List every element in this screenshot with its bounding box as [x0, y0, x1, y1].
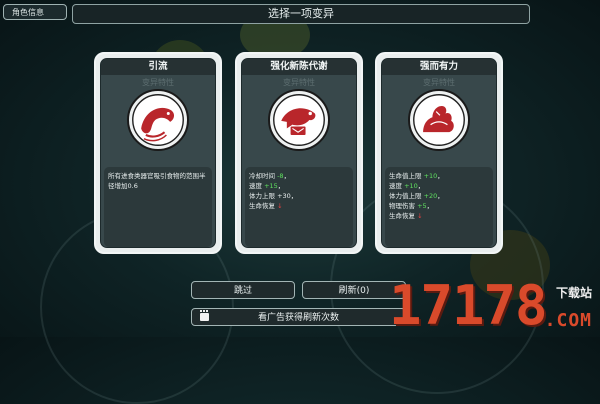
watch-ad-button[interactable]: 看广告获得刷新次数 [191, 308, 406, 326]
stat-label: 速度 [389, 182, 405, 190]
stat-line: 生命恢复 ↓ [249, 201, 349, 211]
stat-separator: ， [283, 172, 291, 180]
page-title: 选择一项变异 [72, 4, 530, 24]
stat-value: +15 [264, 182, 278, 190]
card-subtitle: 变异特性 [283, 78, 315, 87]
stat-label: 生命恢复 [389, 212, 418, 220]
stat-label: 生命恢复 [249, 202, 278, 210]
stat-label: 物理伤害 [389, 202, 418, 210]
watermark-site: 下载站 [555, 286, 592, 300]
stat-value: ↓ [417, 212, 423, 220]
stat-value: +10 [423, 172, 438, 180]
mutation-card-3[interactable]: 强而有力 变异特性 生命值上限 +10， 速度 +10， 体力值上限 +20， 物理伤… [375, 52, 503, 254]
stat-line: 物理伤害 +5， [389, 201, 489, 211]
skip-button[interactable]: 跳过 [191, 281, 295, 299]
stat-value: +20 [423, 192, 438, 200]
card-stats: 冷却时间 -8， 速度 +15， 体力上限 +30， 生命恢复 ↓ [245, 167, 353, 247]
stat-separator: ， [277, 182, 285, 190]
stat-value: +30 [277, 192, 291, 200]
mutation-card-1[interactable]: 引流 变异特性 所有进食类器官吸引食物的范围半径增加0.6 [94, 52, 222, 254]
metabolism-fish-icon [268, 89, 330, 151]
card-body: 强化新陈代谢 变异特性 冷却时间 -8， 速度 +15， 体力上限 +30， 生命恢复… [241, 58, 357, 248]
site-watermark: 17178 下载站 .COM [389, 276, 594, 336]
stat-separator: ， [437, 192, 444, 200]
stat-separator: ， [437, 172, 444, 180]
flexed-arm-icon [408, 89, 470, 151]
stat-line: 生命恢复 ↓ [389, 211, 489, 221]
card-stats: 生命值上限 +10， 速度 +10， 体力值上限 +20， 物理伤害 +5， 生命恢复 … [385, 167, 493, 247]
stat-line: 速度 +10， [389, 181, 489, 191]
card-title: 强而有力 [382, 59, 496, 75]
description-text: 所有进食类器官吸引食物的范围半径增加0.6 [108, 172, 206, 190]
watermark-domain: .COM [544, 310, 592, 331]
stat-value: +10 [404, 182, 418, 190]
card-subtitle: 变异特性 [142, 78, 174, 87]
role-info-button[interactable]: 角色信息 [3, 4, 67, 20]
card-subtitle: 变异特性 [423, 78, 455, 87]
stat-line: 速度 +15， [249, 181, 349, 191]
swirl-fish-icon [127, 89, 189, 151]
stat-line: 体力上限 +30， [249, 191, 349, 201]
card-body: 强而有力 变异特性 生命值上限 +10， 速度 +10， 体力值上限 +20， 物理伤… [381, 58, 497, 248]
card-body: 引流 变异特性 所有进食类器官吸引食物的范围半径增加0.6 [100, 58, 216, 248]
stat-separator: ， [290, 192, 298, 200]
stat-value: +5 [417, 202, 427, 210]
stat-label: 生命值上限 [389, 172, 424, 180]
card-title: 强化新陈代谢 [242, 59, 356, 75]
stat-separator: ， [417, 182, 425, 190]
watch-ad-label: 看广告获得刷新次数 [257, 313, 339, 323]
stat-label: 体力值上限 [389, 192, 424, 200]
stat-label: 冷却时间 [249, 172, 278, 180]
stat-value: ↓ [277, 202, 283, 210]
stat-separator: ， [426, 202, 434, 210]
card-description: 所有进食类器官吸引食物的范围半径增加0.6 [104, 167, 212, 247]
stat-label: 体力上限 [249, 192, 278, 200]
card-title: 引流 [101, 59, 215, 75]
stat-line: 冷却时间 -8， [249, 171, 349, 181]
stat-label: 速度 [249, 182, 265, 190]
stat-line: 生命值上限 +10， [389, 171, 489, 181]
watermark-number: 17178 [389, 274, 548, 337]
clapperboard-icon [200, 310, 209, 321]
mutation-card-2[interactable]: 强化新陈代谢 变异特性 冷却时间 -8， 速度 +15， 体力上限 +30， 生命恢复… [235, 52, 363, 254]
stat-line: 体力值上限 +20， [389, 191, 489, 201]
